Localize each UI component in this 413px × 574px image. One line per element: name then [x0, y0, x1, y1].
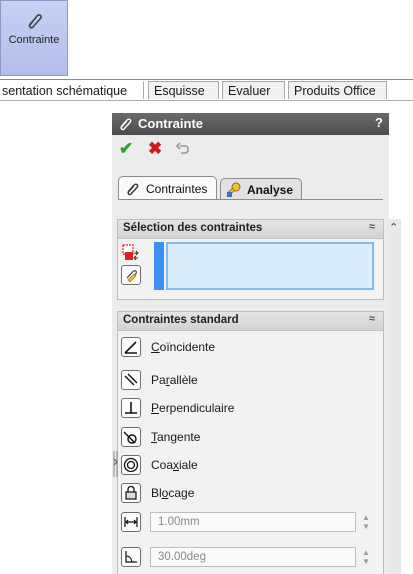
angle-icon[interactable] [121, 547, 141, 567]
selection-group-header[interactable]: Sélection des contraintes ≈ [118, 220, 383, 239]
undo-icon[interactable] [175, 141, 191, 157]
lock-label: Blocage [151, 486, 195, 500]
perpendicular-label: Perpendiculaire [151, 401, 235, 415]
distance-icon[interactable] [121, 512, 141, 532]
angle-input[interactable]: 30.00deg [150, 547, 356, 567]
ok-check-icon[interactable]: ✔ [119, 140, 133, 158]
selection-color-bar [154, 242, 164, 290]
distance-spinner[interactable]: ▲ ▼ [360, 513, 372, 533]
parallel-label: Parallèle [151, 373, 198, 387]
constraint-ribbon-label: Contrainte [8, 34, 60, 46]
help-button[interactable]: ? [375, 115, 383, 130]
selection-filter-button[interactable] [121, 265, 141, 285]
selection-group-title: Sélection des contraintes [123, 222, 263, 234]
panel-title: Contrainte [138, 116, 203, 131]
coincident-label: Coïncidente [151, 340, 216, 354]
command-tab-strip: sentation schématique Esquisse Evaluer P… [0, 79, 413, 101]
standard-group-title: Contraintes standard [123, 314, 239, 326]
constraint-ribbon-button[interactable]: Contrainte [0, 0, 68, 76]
tab-evaluate[interactable]: Evaluer [222, 81, 285, 99]
angle-spinner[interactable]: ▲ ▼ [360, 548, 372, 568]
scroll-up-arrow-icon[interactable]: ⌃ [389, 221, 398, 234]
tangent-icon[interactable] [121, 427, 141, 447]
coaxial-label: Coaxiale [151, 458, 198, 472]
tab-constraints-label: Contraintes [146, 182, 208, 196]
panel-titlebar: Contrainte ? [112, 113, 389, 135]
paperclip-icon [127, 183, 139, 196]
panel-splitter-handle[interactable] [113, 449, 118, 479]
tab-analysis[interactable]: Analyse [220, 178, 302, 200]
tab-constraints[interactable]: Contraintes [118, 176, 217, 200]
tab-sketch[interactable]: Esquisse [148, 81, 219, 99]
selection-reset-icon[interactable] [122, 244, 140, 262]
coincident-icon[interactable] [121, 337, 141, 357]
panel-scrollbar[interactable] [387, 219, 401, 574]
tab-office-products[interactable]: Produits Office [288, 81, 387, 99]
lock-icon[interactable] [121, 483, 141, 503]
paperclip-icon [120, 118, 132, 131]
tangent-label: Tangente [151, 430, 201, 444]
cancel-x-icon[interactable]: ✖ [148, 140, 162, 158]
analysis-key-icon [227, 182, 241, 197]
tab-underline [118, 199, 383, 200]
coaxial-icon[interactable] [121, 455, 141, 475]
collapse-chevron-icon[interactable]: ≈ [369, 221, 375, 233]
parallel-icon[interactable] [121, 370, 141, 390]
standard-group-header[interactable]: Contraintes standard ≈ [118, 312, 383, 331]
collapse-chevron-icon[interactable]: ≈ [369, 313, 375, 325]
paperclip-edit-icon [126, 270, 138, 283]
perpendicular-icon[interactable] [121, 398, 141, 418]
distance-input[interactable]: 1.00mm [150, 512, 356, 532]
tab-schematic[interactable]: sentation schématique [0, 81, 144, 99]
selection-list-box[interactable] [166, 242, 374, 290]
paperclip-icon [28, 14, 42, 29]
tab-analysis-label: Analyse [247, 183, 294, 197]
